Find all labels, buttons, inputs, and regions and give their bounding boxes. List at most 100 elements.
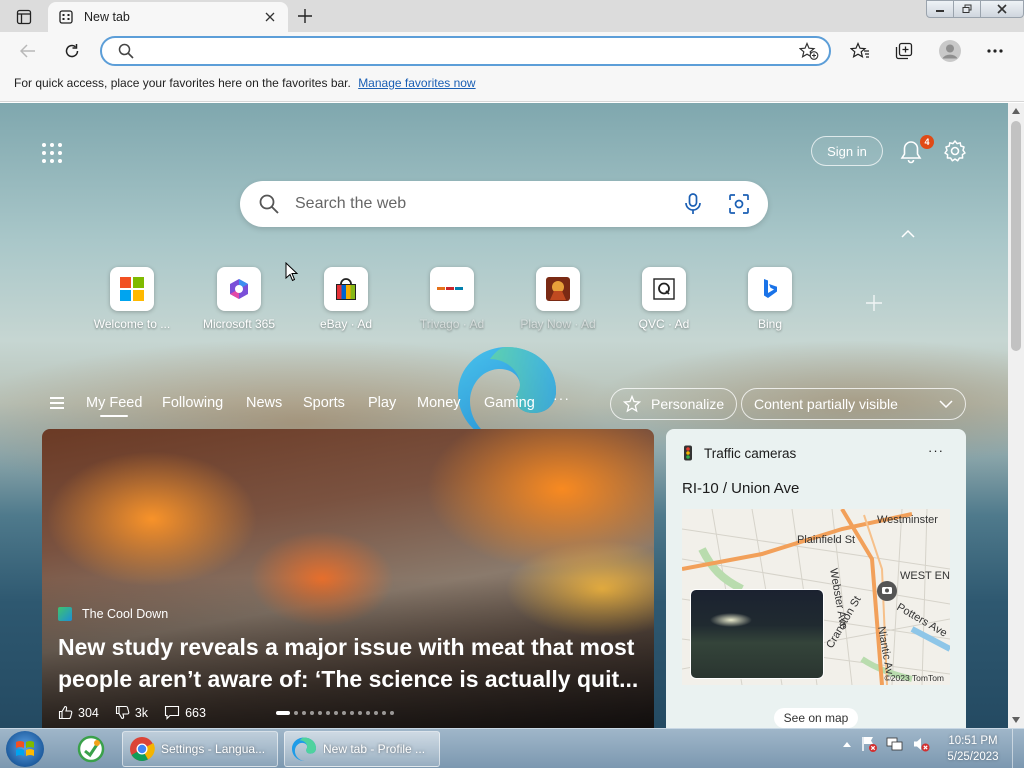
source-name: The Cool Down [82,607,169,621]
carousel-dot[interactable] [358,711,362,715]
avatar-icon [939,40,961,62]
carousel-dot[interactable] [318,711,322,715]
quick-link-label: eBay · Ad [319,317,373,331]
start-button[interactable] [6,731,44,767]
tray-expand-icon[interactable] [842,740,852,748]
taskbar-window-edge[interactable]: New tab - Profile ... [284,731,440,767]
article-reactions: 304 3k 663 [58,705,222,720]
comments-button[interactable]: 663 [164,705,206,720]
sign-in-button[interactable]: Sign in [811,136,883,166]
traffic-card-title: Traffic cameras [704,445,797,461]
see-on-map-button[interactable]: See on map [774,708,858,728]
refresh-button[interactable] [58,37,86,65]
tab-strip: New tab [0,0,1024,32]
like-count: 304 [78,705,99,720]
nav-more-button[interactable]: ··· [553,390,570,406]
minimize-icon [936,10,944,12]
hero-article-card[interactable]: The Cool Down New study reveals a major … [42,429,654,728]
nav-item-play[interactable]: Play [368,395,396,411]
refresh-icon [65,44,79,58]
minimize-button[interactable] [926,0,954,18]
quick-link-label: Welcome to ... [93,317,171,331]
traffic-map[interactable]: Westminster Plainfield St WEST EN Webste… [682,509,950,685]
search-icon [259,194,279,214]
carousel-dot[interactable] [310,711,314,715]
article-headline[interactable]: New study reveals a major issue with mea… [58,631,643,695]
quick-link[interactable]: Bing [720,267,820,331]
back-button[interactable] [14,37,42,65]
carousel-dot[interactable] [390,711,394,715]
personalize-star-icon [623,395,641,413]
show-desktop-button[interactable] [1012,729,1024,768]
scroll-up-icon[interactable] [1011,106,1021,116]
settings-more-button[interactable] [981,37,1009,65]
content-visibility-dropdown[interactable]: Content partially visible [741,388,966,420]
carousel-dot[interactable] [326,711,330,715]
favorites-button[interactable] [846,37,874,65]
menu-icon[interactable] [50,397,64,409]
manage-favorites-link[interactable]: Manage favorites now [358,76,475,90]
tab-close-icon[interactable] [262,9,278,25]
taskbar-window-settings[interactable]: Settings - Langua... [122,731,278,767]
quick-link[interactable]: Microsoft 365 [189,267,289,331]
carousel-dot[interactable] [302,711,306,715]
comment-icon [165,705,180,720]
traffic-light-icon [684,445,692,461]
personalize-button[interactable]: Personalize [610,388,737,420]
system-clock[interactable]: 10:51 PM 5/25/2023 [940,733,1006,765]
nav-item-my-feed[interactable]: My Feed [86,395,142,417]
carousel-dot[interactable] [382,711,386,715]
browser-tab[interactable]: New tab [48,2,288,32]
nav-item-money[interactable]: Money [417,395,461,411]
carousel-dot[interactable] [342,711,346,715]
quick-link[interactable]: Trivago · Ad [402,267,502,331]
back-arrow-icon [20,44,35,58]
nav-item-gaming[interactable]: Gaming [484,395,535,411]
camera-snapshot[interactable] [690,589,824,679]
app-launcher-icon[interactable] [42,143,62,163]
collections-button[interactable] [890,37,918,65]
carousel-dot[interactable] [334,711,338,715]
action-center-flag-icon[interactable] [860,735,878,753]
page-scrollbar[interactable] [1008,103,1024,728]
nav-item-sports[interactable]: Sports [303,395,345,411]
new-tab-page: Sign in 4 Search the web Welcome to ... … [0,103,1008,728]
profile-button[interactable] [936,37,964,65]
traffic-more-button[interactable]: ··· [928,443,944,458]
address-bar[interactable] [100,36,831,66]
carousel-dot[interactable] [374,711,378,715]
visual-search-icon[interactable] [728,193,750,215]
carousel-dot[interactable] [366,711,370,715]
quick-link[interactable]: Welcome to ... [82,267,182,331]
close-window-button[interactable] [980,0,1024,18]
network-icon[interactable] [886,735,904,753]
feed-navigation: My Feed Following News Sports Play Money… [0,386,1008,422]
carousel-dot[interactable] [276,711,290,715]
nav-item-news[interactable]: News [246,395,282,411]
add-favorite-icon[interactable] [799,42,819,60]
like-button[interactable]: 304 [58,705,99,720]
gear-icon[interactable] [943,139,967,163]
scroll-down-icon[interactable] [1011,715,1021,725]
quick-link[interactable]: Play Now · Ad [508,267,608,331]
carousel-indicator[interactable] [276,711,398,715]
restore-button[interactable] [953,0,981,18]
quick-link[interactable]: eBay · Ad [296,267,396,331]
add-quick-link-icon[interactable] [864,293,884,313]
nav-item-following[interactable]: Following [162,395,223,411]
web-search-box[interactable]: Search the web [240,181,768,227]
carousel-dot[interactable] [350,711,354,715]
microphone-icon[interactable] [684,193,702,215]
carousel-dot[interactable] [294,711,298,715]
volume-muted-icon[interactable] [912,735,930,753]
scrollbar-thumb[interactable] [1011,121,1021,351]
quick-link[interactable]: QVC · Ad [614,267,714,331]
dislike-button[interactable]: 3k [115,705,148,720]
article-source: The Cool Down [58,607,168,621]
new-tab-button[interactable] [292,4,318,28]
quick-link-label: Trivago · Ad [419,317,485,331]
trivago-icon [430,267,474,311]
chevron-up-icon[interactable] [900,229,916,239]
tab-actions-button[interactable] [10,6,38,28]
taskbar-pinned-app[interactable] [68,731,114,767]
